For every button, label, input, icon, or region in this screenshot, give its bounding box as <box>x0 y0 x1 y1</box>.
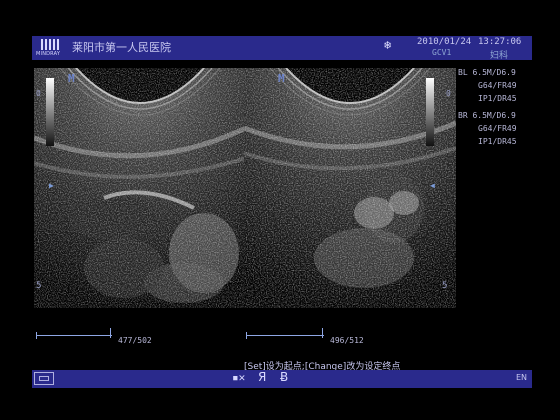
left-cine-bar[interactable] <box>36 335 112 336</box>
right-focus-marker-icon[interactable]: ◀ <box>430 181 435 190</box>
right-cine-bar[interactable] <box>246 335 324 336</box>
logo-text: MINDRAY <box>36 51 61 57</box>
param-bl-line3: IP1/DR45 <box>478 94 517 103</box>
exam-preset: GCV1 <box>432 48 452 57</box>
param-br-line2: G64/FR49 <box>478 124 517 133</box>
right-depth-five: 5 <box>442 281 448 291</box>
footer-bar: ▪✕ Я Ƀ EN <box>32 370 532 388</box>
param-bl-line1: BL 6.5M/D6.9 <box>458 68 516 77</box>
right-cine-count: 496/512 <box>330 336 364 345</box>
param-bl-line2: G64/FR49 <box>478 81 517 90</box>
b-mode-icon[interactable]: Ƀ <box>280 370 288 384</box>
left-ultrasound-image[interactable] <box>34 68 246 308</box>
hospital-name: 莱阳市第一人民医院 <box>72 41 171 54</box>
header-bar: MINDRAY 莱阳市第一人民医院 ❄ 2010/01/24 13:27:06 … <box>32 36 532 61</box>
ya-mode-icon[interactable]: Я <box>258 370 266 384</box>
right-cine-cursor[interactable] <box>322 328 323 338</box>
left-grayscale-bar <box>46 78 54 146</box>
right-depth-zero: 0 <box>446 89 451 98</box>
left-probe-mark: M <box>68 72 75 85</box>
snowflake-icon: ❄ <box>384 38 392 52</box>
exam-date: 2010/01/24 <box>417 37 472 47</box>
keyboard-icon[interactable] <box>34 372 54 385</box>
left-cine-count: 477/502 <box>118 336 152 345</box>
param-br-line3: IP1/DR45 <box>478 137 517 146</box>
department-label: 妇科 <box>490 51 509 61</box>
param-block-right: BR 6.5M/D6.9 G64/FR49 IP1/DR45 <box>458 109 517 148</box>
left-depth-five: 5 <box>36 281 42 291</box>
left-cine-cursor[interactable] <box>110 328 111 338</box>
param-br-line1: BR 6.5M/D6.9 <box>458 111 516 120</box>
param-block-left: BL 6.5M/D6.9 G64/FR49 IP1/DR45 <box>458 66 517 105</box>
language-indicator[interactable]: EN <box>516 373 527 382</box>
right-ultrasound-image[interactable] <box>244 68 456 308</box>
left-depth-zero: 0 <box>36 89 41 98</box>
logo-icon <box>41 39 59 50</box>
left-focus-marker-icon[interactable]: ▶ <box>49 181 54 190</box>
mouse-icon[interactable]: ▪✕ <box>232 371 245 384</box>
right-probe-mark: M <box>278 72 285 85</box>
exam-time: 13:27:06 <box>478 37 522 47</box>
mindray-logo: MINDRAY <box>36 38 66 58</box>
right-grayscale-bar <box>426 78 434 146</box>
